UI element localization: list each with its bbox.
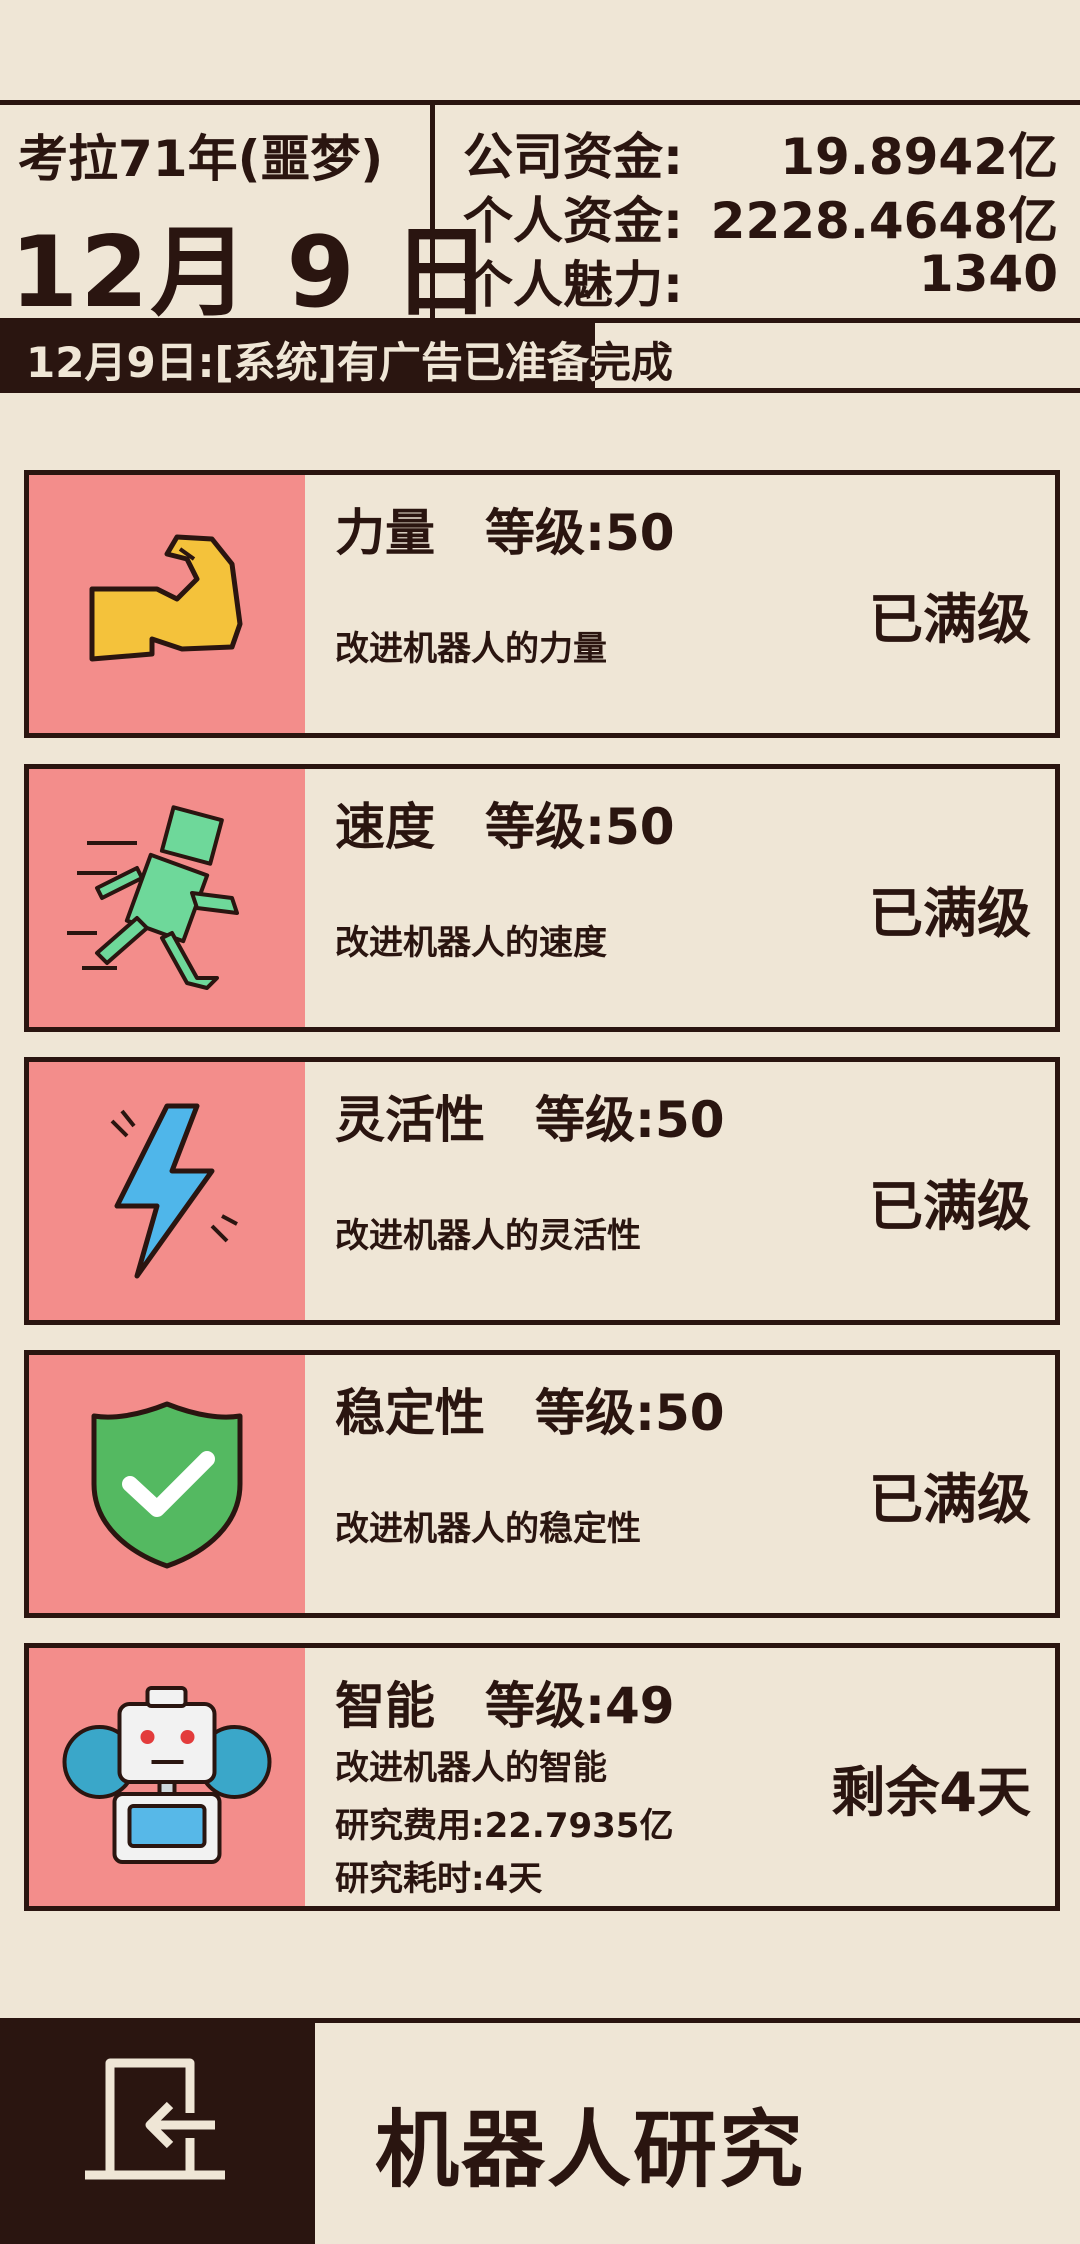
date-panel: 考拉71年(噩梦) 12月 9 日 (0, 100, 491, 330)
company-funds-value: 19.8942亿 (780, 128, 1058, 186)
card-thumbnail (29, 1062, 305, 1320)
card-title: 力量 等级:50 (335, 504, 675, 562)
funds-panel: 公司资金: 19.8942亿 个人资金: 2228.4648亿 个人魅力: 13… (435, 100, 1080, 323)
card-description: 改进机器人的稳定性 (335, 1509, 641, 1549)
charm-row: 个人魅力: 1340 (463, 245, 1058, 314)
lightning-icon (110, 1103, 238, 1279)
research-card-strength[interactable]: 力量 等级:50 改进机器人的力量 已满级 (24, 470, 1060, 738)
card-title: 速度 等级:50 (335, 798, 675, 856)
card-status: 剩余4天 (831, 1761, 1031, 1824)
exit-button[interactable] (0, 2023, 315, 2244)
shield-check-icon (91, 1401, 243, 1569)
card-title: 稳定性 等级:50 (335, 1384, 725, 1442)
card-thumbnail (29, 1355, 305, 1613)
exit-door-icon (85, 2058, 225, 2180)
research-card-speed[interactable]: 速度 等级:50 改进机器人的速度 已满级 (24, 764, 1060, 1032)
charm-label: 个人魅力: (463, 256, 683, 314)
research-card-stability[interactable]: 稳定性 等级:50 改进机器人的稳定性 已满级 (24, 1350, 1060, 1618)
research-card-agility[interactable]: 灵活性 等级:50 改进机器人的灵活性 已满级 (24, 1057, 1060, 1325)
personal-funds-value: 2228.4648亿 (710, 192, 1058, 250)
date-label: 12月 9 日 (10, 216, 493, 330)
card-thumbnail (29, 1648, 305, 1906)
charm-value: 1340 (918, 245, 1058, 303)
personal-funds-row: 个人资金: 2228.4648亿 (463, 181, 1058, 250)
card-description: 改进机器人的力量 (335, 629, 607, 669)
company-funds-row: 公司资金: 19.8942亿 (463, 117, 1058, 186)
era-label: 考拉71年(噩梦) (18, 130, 384, 188)
card-status: 已满级 (869, 588, 1031, 651)
card-status: 已满级 (869, 882, 1031, 945)
card-description: 改进机器人的灵活性 (335, 1216, 641, 1256)
card-thumbnail (29, 475, 305, 733)
card-status: 已满级 (869, 1175, 1031, 1238)
company-funds-label: 公司资金: (463, 128, 683, 186)
personal-funds-label: 个人资金: (463, 192, 683, 250)
page-title: 机器人研究 (375, 2101, 806, 2199)
card-title: 智能 等级:49 (335, 1677, 675, 1735)
footer-bar: 机器人研究 (0, 2018, 1080, 2244)
research-time: 研究耗时:4天 (335, 1859, 543, 1899)
flexed-arm-icon (89, 534, 243, 662)
card-title: 灵活性 等级:50 (335, 1091, 725, 1149)
card-status: 已满级 (869, 1468, 1031, 1531)
card-thumbnail (29, 769, 305, 1027)
research-cost: 研究费用:22.7935亿 (335, 1806, 674, 1846)
news-ticker: 12月9日:[系统]有广告已准备完成 12月9日:[系统]有广告已准备完成 (0, 323, 1080, 393)
card-description: 改进机器人的智能 (335, 1748, 607, 1788)
research-card-intelligence[interactable]: 智能 等级:49 改进机器人的智能 研究费用:22.7935亿 研究耗时:4天 剩… (24, 1643, 1060, 1911)
card-description: 改进机器人的速度 (335, 923, 607, 963)
robot-gear-icon (62, 1686, 272, 1864)
running-robot-icon (67, 805, 239, 990)
